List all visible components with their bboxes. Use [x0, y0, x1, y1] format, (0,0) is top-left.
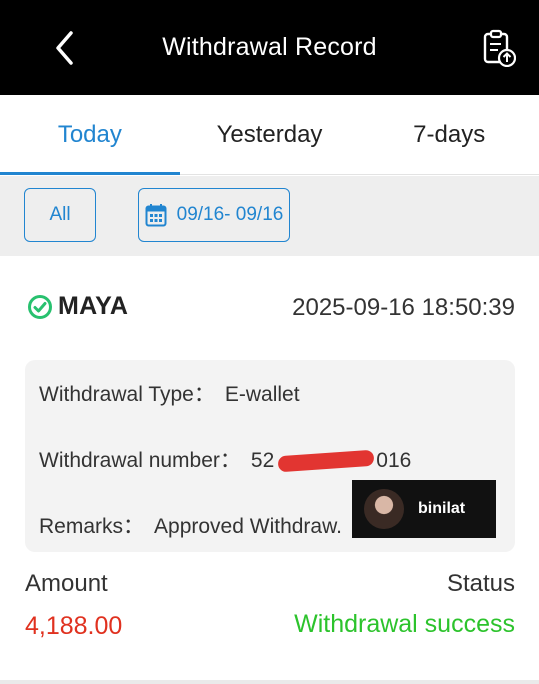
- status-value: Withdrawal success: [294, 610, 515, 638]
- date-range-button[interactable]: 09/16- 09/16: [138, 188, 290, 242]
- withdrawal-number-row: Withdrawal number： 52 016: [39, 444, 411, 474]
- filter-all-button[interactable]: All: [24, 188, 96, 242]
- brand: MAYA: [28, 292, 128, 321]
- top-bar: Withdrawal Record: [0, 0, 539, 95]
- withdrawal-number-label: Withdrawal number：: [39, 449, 241, 472]
- clipboard-upload-icon: [483, 29, 516, 67]
- back-button[interactable]: [44, 26, 84, 70]
- tab-7-days[interactable]: 7-days: [359, 95, 539, 174]
- remarks-label: Remarks：: [39, 515, 145, 538]
- brand-name: MAYA: [58, 292, 129, 320]
- withdrawal-record-card[interactable]: MAYA 2025-09-16 18:50:39 Withdrawal Type…: [0, 256, 539, 684]
- amount-value: 4,188.00: [25, 612, 123, 640]
- status-label: Status: [446, 570, 515, 597]
- calendar-icon: [145, 204, 167, 227]
- chevron-left-icon: [56, 31, 73, 65]
- date-tabs: Today Yesterday 7-days: [0, 95, 539, 175]
- tab-today[interactable]: Today: [0, 95, 180, 175]
- withdrawal-number-prefix: 52: [250, 449, 275, 472]
- record-datetime: 2025-09-16 18:50:39: [292, 294, 515, 321]
- record-upload-button[interactable]: [479, 26, 519, 70]
- redaction-mark: [277, 450, 375, 473]
- withdrawal-type-row: Withdrawal Type： E-wallet: [39, 378, 300, 408]
- amount-label: Amount: [25, 570, 108, 597]
- user-tag-overlay: binilat: [352, 480, 496, 538]
- remarks-row: Remarks： Approved Withdraw.: [39, 510, 342, 540]
- remarks-value: Approved Withdraw.: [154, 515, 342, 538]
- avatar: [364, 489, 404, 529]
- withdrawal-type-label: Withdrawal Type：: [39, 383, 215, 406]
- withdrawal-type-value: E-wallet: [224, 383, 300, 406]
- divider: [0, 680, 539, 684]
- filter-bar: All 09/16- 09/16: [0, 176, 539, 256]
- page-title: Withdrawal Record: [162, 33, 377, 61]
- tab-yesterday[interactable]: Yesterday: [180, 95, 360, 174]
- user-tag-name: binilat: [418, 500, 466, 517]
- date-range-label: 09/16- 09/16: [176, 204, 284, 225]
- withdrawal-number-suffix: 016: [376, 449, 412, 472]
- withdrawal-record-screen: Withdrawal Record Today Yesterday 7-days…: [0, 0, 539, 684]
- maya-logo-icon: [28, 294, 52, 319]
